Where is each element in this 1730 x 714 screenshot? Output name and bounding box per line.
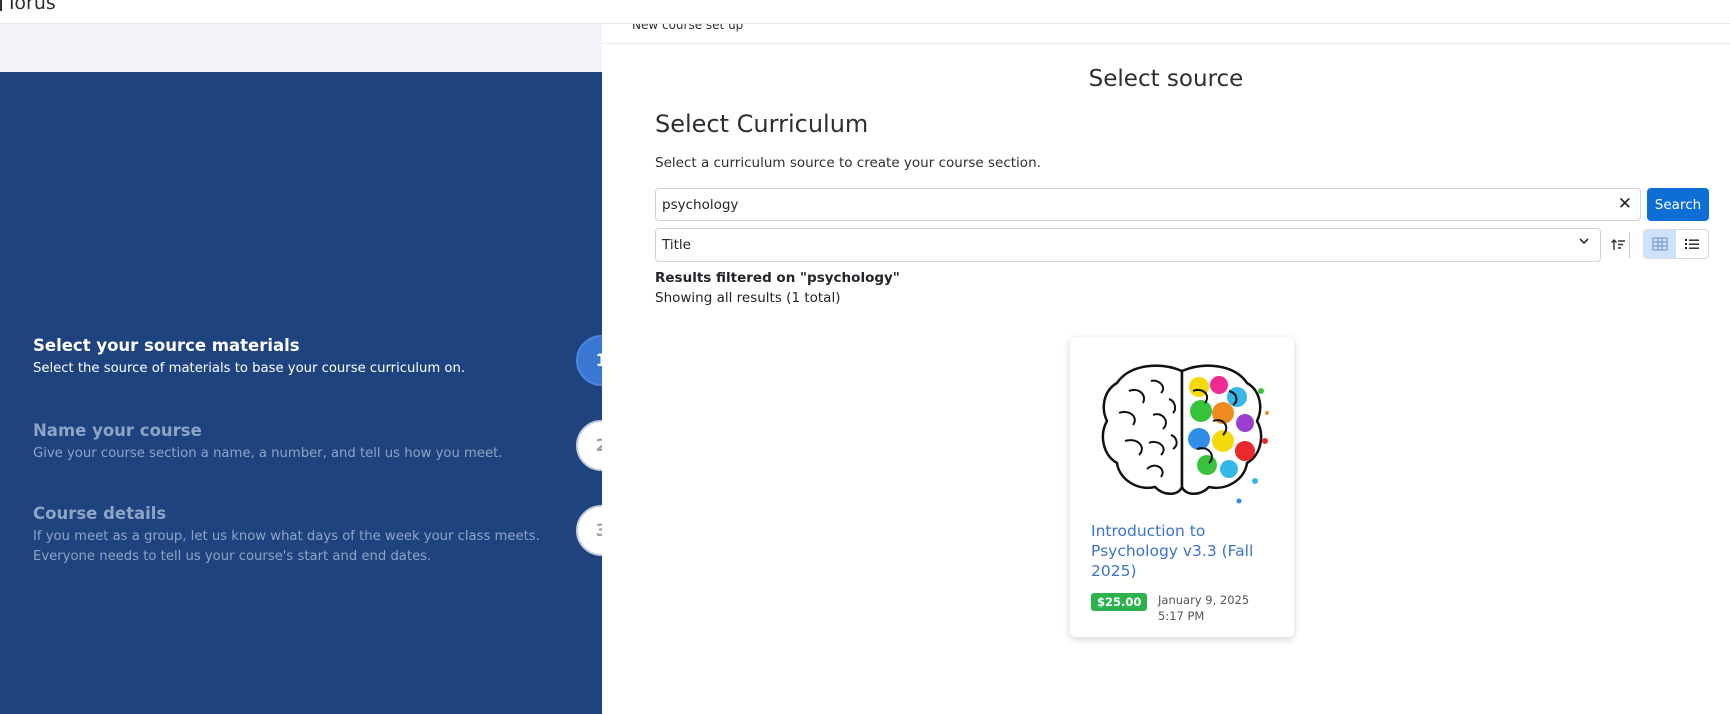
sort-select-value: Title [662,237,691,253]
course-card[interactable]: Introduction to Psychology v3.3 (Fall 20… [1070,337,1294,637]
step-1-title: Select your source materials [33,336,300,355]
filter-label: Results filtered on "psychology" [655,270,900,286]
step-1: Select your source materials Select the … [33,336,573,379]
search-button[interactable]: Search [1647,188,1709,221]
brand-logo-text[interactable]: Torus [6,0,56,14]
chevron-down-icon [1578,235,1590,251]
sort-ascending-icon[interactable] [1606,232,1630,258]
section-title: Select Curriculum [655,110,869,138]
step-3-description-line-1: If you meet as a group, let us know what… [33,529,540,544]
page-title: Select source [1088,66,1244,92]
list-icon[interactable] [1676,230,1708,258]
step-1-description: Select the source of materials to base y… [33,361,466,376]
step-2-title: Name your course [33,421,202,440]
price-badge: $25.00 [1091,593,1148,611]
left-panel-header [0,24,602,72]
brain-illustration [1089,351,1275,513]
step-2-description: Give your course section a name, a numbe… [33,446,503,461]
brand-divider [0,0,2,11]
close-icon[interactable]: ✕ [1618,194,1632,214]
steps-sidebar [0,72,602,714]
search-input[interactable] [656,189,1596,220]
step-3: Course details If you meet as a group, l… [33,504,573,567]
breadcrumb[interactable]: New course set up [632,24,743,32]
step-3-description: If you meet as a group, let us know what… [33,527,573,567]
top-bar: Torus [0,0,1730,24]
sort-select[interactable]: Title [655,228,1601,262]
step-3-title: Course details [33,504,167,523]
step-3-description-line-2: Everyone needs to tell us your course's … [33,549,432,564]
main-content: New course set up Select source Select C… [602,24,1730,714]
breadcrumb-bar: New course set up [602,24,1730,44]
step-2: Name your course Give your course sectio… [33,421,573,464]
results-count: Showing all results (1 total) [655,290,841,306]
course-card-title[interactable]: Introduction to Psychology v3.3 (Fall 20… [1091,521,1281,581]
section-description: Select a curriculum source to create you… [655,155,1041,171]
course-card-date: January 9, 2025 5:17 PM [1158,593,1250,623]
grid-icon[interactable] [1644,230,1676,258]
search-box: ✕ [655,188,1641,221]
view-toggle [1643,229,1709,259]
